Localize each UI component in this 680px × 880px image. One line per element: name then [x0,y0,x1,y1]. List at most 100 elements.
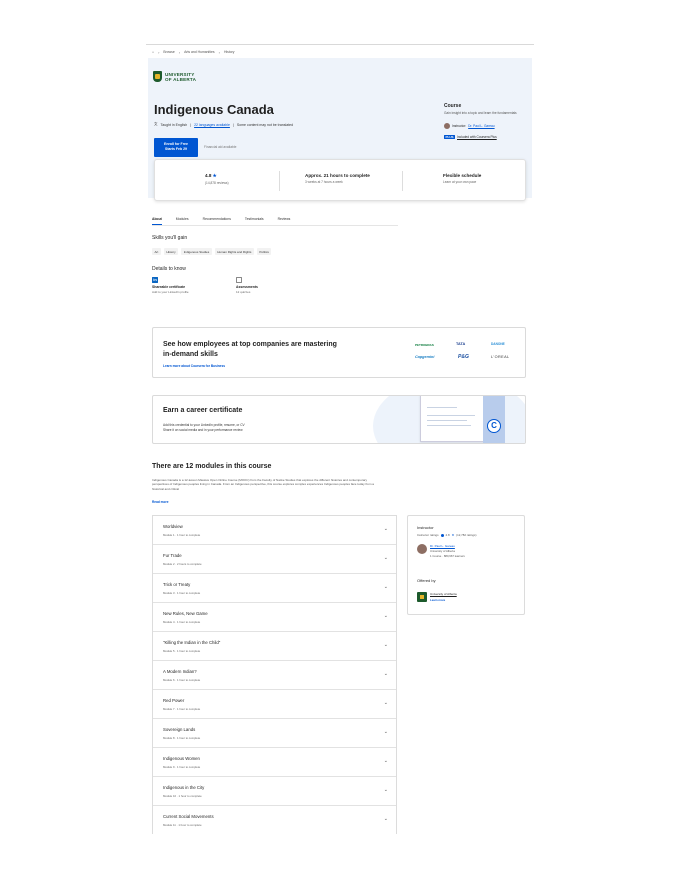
skill-chip: Art [152,248,161,255]
instructor-label: Instructor: [452,124,467,128]
module-row[interactable]: "Killing the Indian in the Child" Module … [153,632,396,661]
languages-link[interactable]: 22 languages available [194,123,230,127]
logo-line: UNIVERSITY [165,71,195,77]
tab-recommendations[interactable]: Recommendations [203,216,231,225]
chevron-down-icon: ⌄ [383,642,388,648]
business-promo-heading: See how employees at top companies are m… [163,341,337,358]
module-list: Worldview Module 1 · 1 hour to complete ⌄ … [152,515,397,834]
info-icon[interactable] [440,533,444,537]
module-row[interactable]: Trick or Treaty Module 3 · 1 hour to comp… [153,574,396,603]
details-heading: Details to know [152,266,186,272]
pg-logo: P&G [458,354,469,360]
chevron-down-icon: ⌄ [383,555,388,561]
chevron-down-icon: ⌄ [383,613,388,619]
page-title: Indigenous Canada [154,102,274,117]
instructor-link[interactable]: Dr. Paul L. Gareau [468,124,494,128]
module-row[interactable]: Indigenous in the City Module 10 · 1 hour… [153,777,396,806]
instructor-heading: Instructor [417,525,434,530]
danone-logo: DANONE [491,342,505,346]
business-link[interactable]: Learn more about Coursera for Business [163,364,225,368]
tab-modules[interactable]: Modules [176,216,189,225]
enroll-start-date: Starts Feb 29 [165,147,187,151]
section-tabs: About Modules Recommendations Testimonia… [152,216,398,226]
learn-more-link[interactable]: Learn more [430,598,457,602]
career-certificate-card: Earn a career certificate Add this crede… [152,395,526,444]
tab-about[interactable]: About [152,216,162,225]
avatar [417,544,427,554]
home-icon[interactable]: ⌂ [152,50,154,54]
tab-reviews[interactable]: Reviews [278,216,291,225]
career-text: Add this credential to your LinkedIn pro… [163,423,245,432]
chevron-down-icon: ⌄ [383,758,388,764]
module-row[interactable]: Sovereign Lands Module 8 · 1 hour to comp… [153,719,396,748]
course-type-sub: Gain insight into a topic and learn the … [444,111,517,115]
module-row[interactable]: Fur Trade Module 2 · 2 hours to complete ⌄ [153,545,396,574]
chevron-down-icon: ⌄ [383,584,388,590]
rating-stat: 4.8 ★ (14,878 reviews) [205,173,229,185]
instructor-box: Instructor Instructor ratings 4.8 ★ (12,… [407,515,525,615]
shield-icon [153,71,162,82]
capgemini-logo: Capgemini [415,355,435,359]
instructor-row: Instructor: Dr. Paul L. Gareau [444,123,529,129]
skill-chip: History [163,248,179,255]
top-divider [146,44,534,45]
skill-chip: Politics [256,248,272,255]
coursera-seal-icon: C [487,419,501,433]
breadcrumb-item[interactable]: History [224,50,235,54]
skills-heading: Skills you'll gain [152,235,188,241]
course-description: Indigenous Canada is a 12-lesson Massive… [152,478,374,491]
translate-icon: 文 [154,122,158,126]
chevron-down-icon: ⌄ [383,816,388,822]
detail-certificate: in Shareable certificate Add to your Lin… [152,277,189,294]
module-row[interactable]: Red Power Module 7 · 1 hour to complete ⌄ [153,690,396,719]
offered-by-row: University of Alberta Learn more [417,592,457,602]
hours-stat: Approx. 21 hours to complete 3 weeks at … [305,173,370,184]
chevron-down-icon: ⌄ [383,729,388,735]
module-row[interactable]: Indigenous Women Module 9 · 1 hour to com… [153,748,396,777]
coursera-plus-row: PLUS Included with Coursera Plus [444,135,529,139]
course-page: ⌂ › Browse › Arts and Humanities › Histo… [146,44,534,834]
language-info: 文 Taught in English | 22 languages avail… [154,122,294,127]
plus-link[interactable]: Included with Coursera Plus [457,135,497,139]
chevron-down-icon: ⌄ [383,787,388,793]
skill-chips: Art History Indigenous Studies Human Rig… [152,248,272,255]
schedule-stat: Flexible schedule Learn at your own pace [443,173,482,184]
star-icon: ★ [451,533,455,537]
skill-chip: Human Rights and Rights [214,248,254,255]
tab-testimonials[interactable]: Testimonials [245,216,264,225]
plus-badge: PLUS [444,135,456,139]
taught-in: Taught in English [160,122,188,127]
divider [402,171,403,191]
rating-sub[interactable]: (14,878 reviews) [205,181,229,185]
skill-chip: Indigenous Studies [181,248,212,255]
divider [279,171,280,191]
detail-assessments: Assessments 12 quizzes [236,277,258,294]
university-logo [417,592,427,602]
translation-note: Some content may not be translated [236,122,294,127]
course-type-panel: Course Gain insight into a topic and lea… [444,103,529,139]
instructor-link[interactable]: Dr. Paul L. Gareau [430,544,465,548]
logo-line: OF ALBERTA [165,76,197,82]
university-logo[interactable]: UNIVERSITY OF ALBERTA [153,71,196,82]
enroll-button[interactable]: Enroll for Free Starts Feb 29 [154,138,198,157]
read-more-link[interactable]: Read more [152,500,168,504]
breadcrumb-item[interactable]: Browse [163,50,174,54]
module-row[interactable]: A Modern Indian? Module 6 · 1 hour to com… [153,661,396,690]
financial-aid-link[interactable]: Financial aid available [204,145,236,149]
career-heading: Earn a career certificate [163,407,243,414]
module-row[interactable]: New Rules, New Game Module 4 · 1 hour to … [153,603,396,632]
offered-by-heading: Offered by [417,578,436,583]
chevron-down-icon: ⌄ [383,671,388,677]
module-row[interactable]: Worldview Module 1 · 1 hour to complete ⌄ [153,516,396,545]
petrobras-logo: PETROBRAS [415,343,434,347]
loreal-logo: L'OREAL [491,355,510,359]
university-link[interactable]: University of Alberta [430,592,457,596]
chevron-down-icon: ⌄ [383,526,388,532]
business-promo-card: See how employees at top companies are m… [152,327,526,378]
chevron-right-icon: › [158,49,160,55]
breadcrumb-item[interactable]: Arts and Humanities [184,50,215,54]
chevron-right-icon: › [178,49,181,55]
module-row[interactable]: Current Social Movements Module 11 · 1 ho… [153,806,396,834]
chevron-right-icon: › [218,49,220,55]
linkedin-icon: in [152,277,158,283]
